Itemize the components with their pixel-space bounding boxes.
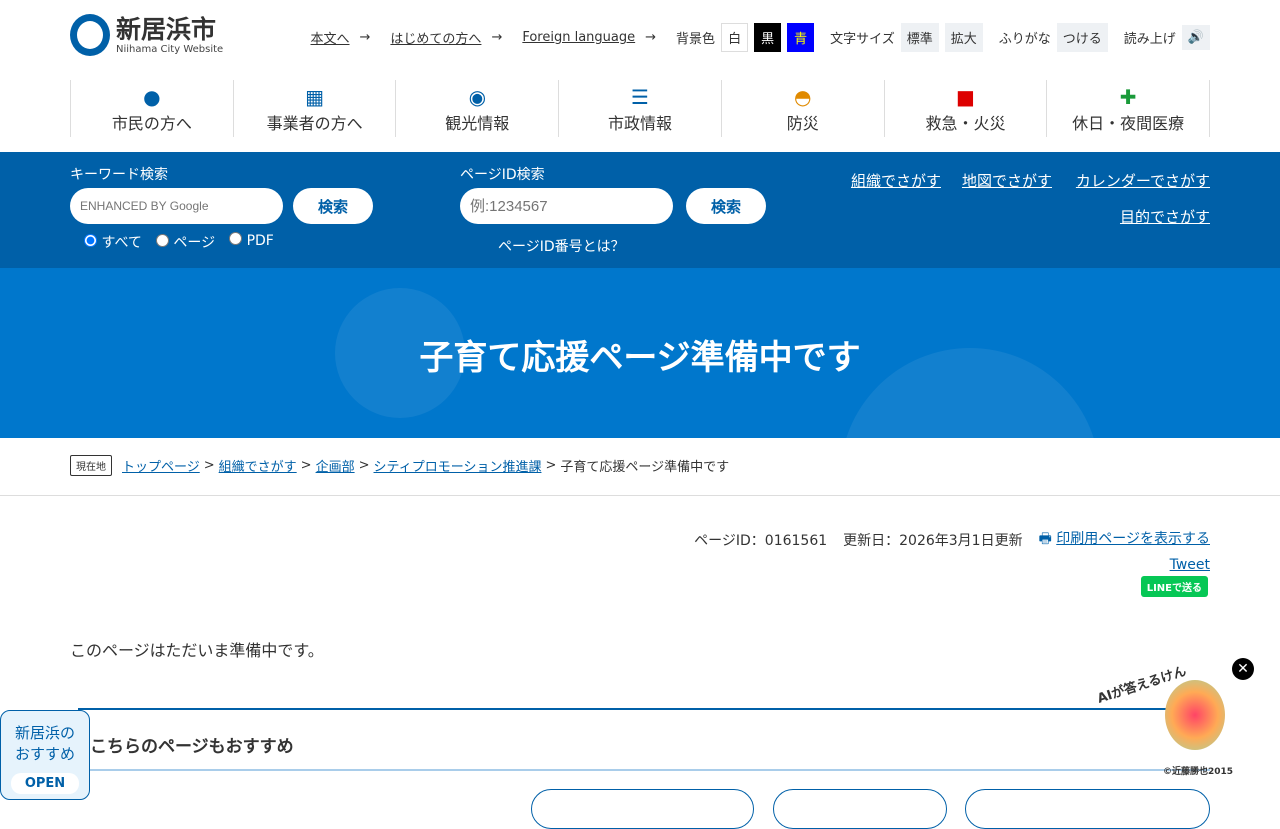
map-pin-icon: ◉ [468, 85, 487, 109]
first-visit-link[interactable]: はじめての方へ [390, 28, 481, 47]
foreign-language-link[interactable]: Foreign language [522, 30, 635, 45]
bg-black-button[interactable]: 黒 [754, 23, 782, 52]
font-size-label: 文字サイズ [830, 32, 895, 47]
search-scope: すべて ページ PDF [84, 232, 274, 252]
nav-label: 休日・夜間医療 [1072, 114, 1185, 133]
breadcrumb-link[interactable]: 企画部 [316, 456, 355, 475]
building-icon: ▦ [305, 85, 325, 109]
furigana-label: ふりがな [998, 32, 1051, 47]
search-by-org-link[interactable]: 組織でさがす [851, 170, 941, 191]
breadcrumb-link[interactable]: シティプロモーション推進課 [374, 456, 542, 475]
search-by-map-link[interactable]: 地図でさがす [962, 170, 1052, 191]
printer-icon: 🖶 [1038, 531, 1052, 547]
utility-bar: 本文へ → はじめての方へ → Foreign language → 背景色 白 黒 … [311, 23, 1210, 52]
print-link[interactable]: 印刷用ページを表示する [1056, 531, 1210, 547]
close-icon[interactable]: ✕ [1232, 658, 1254, 680]
scope-pdf[interactable]: PDF [229, 232, 274, 252]
scope-all[interactable]: すべて [84, 232, 142, 252]
keyword-search-button[interactable]: 検索 [293, 188, 373, 224]
nav-business[interactable]: ▦ 事業者の方へ [234, 80, 397, 137]
first-aid-icon: ✚ [1119, 85, 1137, 109]
keyword-search-input[interactable] [70, 188, 283, 224]
breadcrumb-link[interactable]: 組織でさがす [219, 456, 297, 475]
nav-label: 事業者の方へ [266, 114, 363, 133]
nav-emergency[interactable]: ■ 救急・火災 [885, 80, 1048, 137]
pageid-input[interactable] [460, 188, 673, 224]
nav-label: 救急・火災 [925, 114, 1006, 133]
read-aloud-label: 読み上げ [1123, 32, 1176, 47]
pageid-help-link[interactable]: ページID番号とは？ [498, 236, 625, 256]
tweet-link[interactable]: Tweet [1170, 557, 1210, 573]
bg-blue-button[interactable]: 青 [787, 23, 815, 52]
skip-to-content-link[interactable]: 本文へ [311, 28, 350, 47]
page-id: ページID：0161561 [694, 533, 828, 549]
arrow-icon: → [491, 30, 503, 45]
pageid-search-button[interactable]: 検索 [686, 188, 766, 224]
scope-label: すべて [101, 235, 142, 251]
nav-city-admin[interactable]: ☰ 市政情報 [559, 80, 722, 137]
breadcrumb: 現在地 トップページ > 組織でさがす > 企画部 > シティプロモーション推進… [70, 455, 729, 476]
nav-citizens[interactable]: ● 市民の方へ [71, 80, 234, 137]
font-standard-button[interactable]: 標準 [900, 23, 939, 52]
recommend-item[interactable] [531, 789, 754, 829]
site-header: 新居浜市 Niihama City Website 本文へ → はじめての方へ → … [0, 0, 1280, 76]
nav-medical[interactable]: ✚ 休日・夜間医療 [1047, 80, 1211, 137]
global-nav: ● 市民の方へ ▦ 事業者の方へ ◉ 観光情報 ☰ 市政情報 ◓ 防災 ■ 救急・火災 ✚ 休… [70, 80, 1211, 137]
updated-date: 更新日：2026年3月1日更新 [843, 533, 1023, 549]
nav-tourism[interactable]: ◉ 観光情報 [396, 80, 560, 137]
line-share-button[interactable]: LINEで送る [1140, 576, 1208, 597]
osusume-label: 新居浜の [14, 724, 75, 742]
mascot-icon [1165, 680, 1225, 750]
bg-color-label: 背景色 [676, 32, 716, 47]
breadcrumb-current: 子育て応援ページ準備中です [560, 460, 730, 475]
nav-label: 防災 [786, 114, 819, 133]
ai-chatbot-widget[interactable]: AIが答えるけん ✕ ©近藤勝也2015 [1095, 658, 1255, 780]
osusume-panel-button[interactable]: 新居浜の おすすめ OPEN [0, 710, 90, 800]
nav-label: 市民の方へ [111, 114, 192, 133]
scope-label: PDF [246, 233, 274, 249]
arrow-icon: → [645, 30, 657, 45]
font-large-button[interactable]: 拡大 [944, 23, 983, 52]
site-logo[interactable]: 新居浜市 Niihama City Website [70, 14, 223, 56]
search-by-purpose-link[interactable]: 目的でさがす [1120, 206, 1210, 227]
scope-label: ページ [173, 235, 216, 251]
bg-white-button[interactable]: 白 [721, 23, 749, 52]
search-band: キーワード検索 検索 すべて ページ PDF ページID検索 検索 ページID番… [0, 152, 1280, 268]
breadcrumb-link[interactable]: トップページ [122, 456, 200, 475]
person-icon: ● [143, 85, 161, 109]
recommend-item[interactable] [965, 789, 1210, 829]
speaker-icon[interactable]: 🔊 [1181, 25, 1210, 50]
open-button[interactable]: OPEN [11, 773, 79, 794]
recommend-item[interactable] [773, 789, 947, 829]
divider [0, 495, 1280, 496]
nav-disaster[interactable]: ◓ 防災 [722, 80, 885, 137]
logo-sub: Niihama City Website [116, 43, 224, 55]
page-title: 子育て応援ページ準備中です [419, 338, 861, 378]
page-hero: 子育て応援ページ準備中です [0, 268, 1280, 438]
helmet-icon: ◓ [794, 85, 812, 109]
arrow-icon: → [359, 30, 371, 45]
keyword-search-label: キーワード検索 [70, 167, 168, 183]
body-text: このページはただいま準備中です。 [70, 641, 324, 660]
logo-name: 新居浜市 [116, 14, 217, 44]
pageid-search-label: ページID検索 [460, 167, 545, 183]
page-meta: ページID：0161561 更新日：2026年3月1日更新 🖶 印刷用ページを表… [694, 528, 1210, 552]
current-location-badge: 現在地 [70, 455, 112, 476]
nav-label: 観光情報 [445, 114, 510, 133]
list-icon: ☰ [631, 85, 649, 109]
scope-page[interactable]: ページ [155, 232, 216, 252]
nav-label: 市政情報 [608, 114, 673, 133]
osusume-label: おすすめ [14, 745, 75, 763]
furigana-button[interactable]: つける [1056, 23, 1108, 52]
recommend-title: こちらのページもおすすめ [90, 737, 294, 757]
ambulance-icon: ■ [956, 85, 975, 109]
city-emblem-icon [70, 14, 110, 56]
search-by-calendar-link[interactable]: カレンダーでさがす [1076, 170, 1210, 191]
mascot-credit: ©近藤勝也2015 [1163, 767, 1234, 777]
